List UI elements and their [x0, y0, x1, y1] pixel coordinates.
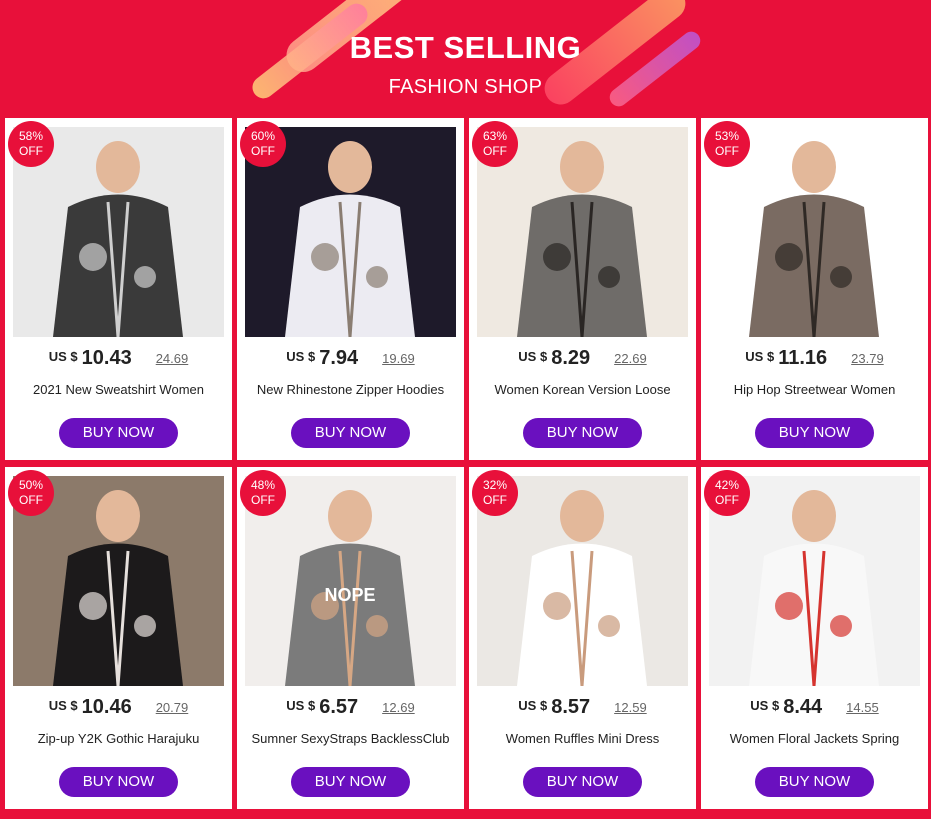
garment-print-text: NOPE	[324, 585, 375, 605]
discount-badge: 32% OFF	[472, 470, 518, 516]
discount-badge: 60% OFF	[240, 121, 286, 167]
discount-off: OFF	[19, 493, 43, 507]
price-row: US $8.29 22.69	[469, 347, 696, 370]
price-row: US $8.57 12.59	[469, 696, 696, 719]
discount-badge: 50% OFF	[8, 470, 54, 516]
discount-percent: 32%	[482, 478, 508, 492]
promo-banner: BEST SELLING FASHION SHOP 58% OFF US $10.4…	[0, 0, 931, 819]
original-price: 23.79	[851, 351, 884, 366]
sale-price: 10.46	[81, 696, 132, 718]
discount-badge: 53% OFF	[704, 121, 750, 167]
discount-badge: 58% OFF	[8, 121, 54, 167]
header: BEST SELLING FASHION SHOP	[0, 0, 931, 118]
buy-now-button[interactable]: BUY NOW	[59, 767, 178, 797]
product-title[interactable]: Women Ruffles Mini Dress	[473, 731, 692, 746]
sale-price: 7.94	[319, 347, 359, 369]
discount-percent: 50%	[18, 478, 44, 492]
currency-label: US $	[518, 349, 548, 364]
sale-price: 10.43	[81, 347, 132, 369]
buy-now-button[interactable]: BUY NOW	[291, 767, 410, 797]
page-title: BEST SELLING	[349, 30, 582, 65]
sale-price: 6.57	[319, 696, 359, 718]
product-title[interactable]: Women Floral Jackets Spring	[705, 731, 924, 746]
currency-label: US $	[518, 698, 548, 713]
price-row: US $8.44 14.55	[701, 696, 928, 719]
product-title[interactable]: New Rhinestone Zipper Hoodies	[241, 382, 460, 397]
discount-off: OFF	[251, 493, 275, 507]
product-title[interactable]: Hip Hop Streetwear Women	[705, 382, 924, 397]
discount-percent: 53%	[714, 129, 740, 143]
discount-off: OFF	[483, 144, 507, 158]
price-row: US $10.43 24.69	[5, 347, 232, 370]
discount-badge: 48% OFF	[240, 470, 286, 516]
product-card[interactable]: 63% OFF US $8.29 22.69 Women Korean Version …	[469, 118, 696, 460]
buy-now-button[interactable]: BUY NOW	[59, 418, 178, 448]
price-row: US $6.57 12.69	[237, 696, 464, 719]
original-price: 19.69	[382, 351, 415, 366]
currency-label: US $	[48, 698, 78, 713]
sale-price: 8.29	[551, 347, 591, 369]
product-card[interactable]: 60% OFF US $7.94 19.69 New Rhinestone Zipper…	[237, 118, 464, 460]
currency-label: US $	[48, 349, 78, 364]
sale-price: 8.57	[551, 696, 591, 718]
discount-off: OFF	[715, 144, 739, 158]
product-title[interactable]: Zip-up Y2K Gothic Harajuku	[9, 731, 228, 746]
product-card[interactable]: NOPE 48% OFF US $6.57 12.69 Sumner SexyStraps…	[237, 467, 464, 809]
buy-now-button[interactable]: BUY NOW	[755, 418, 874, 448]
discount-percent: 60%	[250, 129, 276, 143]
discount-percent: 48%	[250, 478, 276, 492]
currency-label: US $	[750, 698, 780, 713]
discount-percent: 42%	[714, 478, 740, 492]
currency-label: US $	[745, 349, 775, 364]
discount-percent: 58%	[18, 129, 44, 143]
discount-off: OFF	[715, 493, 739, 507]
discount-badge: 63% OFF	[472, 121, 518, 167]
sale-price: 11.16	[778, 347, 828, 369]
sale-price: 8.44	[783, 696, 823, 718]
discount-badge: 42% OFF	[704, 470, 750, 516]
buy-now-button[interactable]: BUY NOW	[755, 767, 874, 797]
product-title[interactable]: 2021 New Sweatshirt Women	[9, 382, 228, 397]
page-subtitle: FASHION SHOP	[388, 76, 543, 98]
discount-off: OFF	[19, 144, 43, 158]
product-title[interactable]: Sumner SexyStraps BacklessClub	[241, 731, 460, 746]
original-price: 14.55	[846, 700, 879, 715]
buy-now-button[interactable]: BUY NOW	[291, 418, 410, 448]
product-card[interactable]: 58% OFF US $10.43 24.69 2021 New Sweatshirt …	[5, 118, 232, 460]
discount-off: OFF	[483, 493, 507, 507]
currency-label: US $	[286, 698, 316, 713]
product-card[interactable]: 42% OFF US $8.44 14.55 Women Floral Jackets …	[701, 467, 928, 809]
original-price: 24.69	[155, 351, 189, 366]
price-row: US $7.94 19.69	[237, 347, 464, 370]
product-title[interactable]: Women Korean Version Loose	[473, 382, 692, 397]
discount-off: OFF	[251, 144, 275, 158]
original-price: 12.69	[382, 700, 415, 715]
original-price: 22.69	[614, 351, 647, 366]
price-row: US $10.46 20.79	[5, 696, 232, 719]
original-price: 20.79	[155, 700, 189, 715]
product-card[interactable]: 50% OFF US $10.46 20.79 Zip-up Y2K Gothic Ha…	[5, 467, 232, 809]
product-card[interactable]: 53% OFF US $11.16 23.79 Hip Hop Streetwear W…	[701, 118, 928, 460]
product-card[interactable]: 32% OFF US $8.57 12.59 Women Ruffles Mini Dr…	[469, 467, 696, 809]
buy-now-button[interactable]: BUY NOW	[523, 418, 642, 448]
price-row: US $11.16 23.79	[701, 347, 928, 370]
buy-now-button[interactable]: BUY NOW	[523, 767, 642, 797]
discount-percent: 63%	[482, 129, 508, 143]
original-price: 12.59	[614, 700, 647, 715]
currency-label: US $	[286, 349, 316, 364]
